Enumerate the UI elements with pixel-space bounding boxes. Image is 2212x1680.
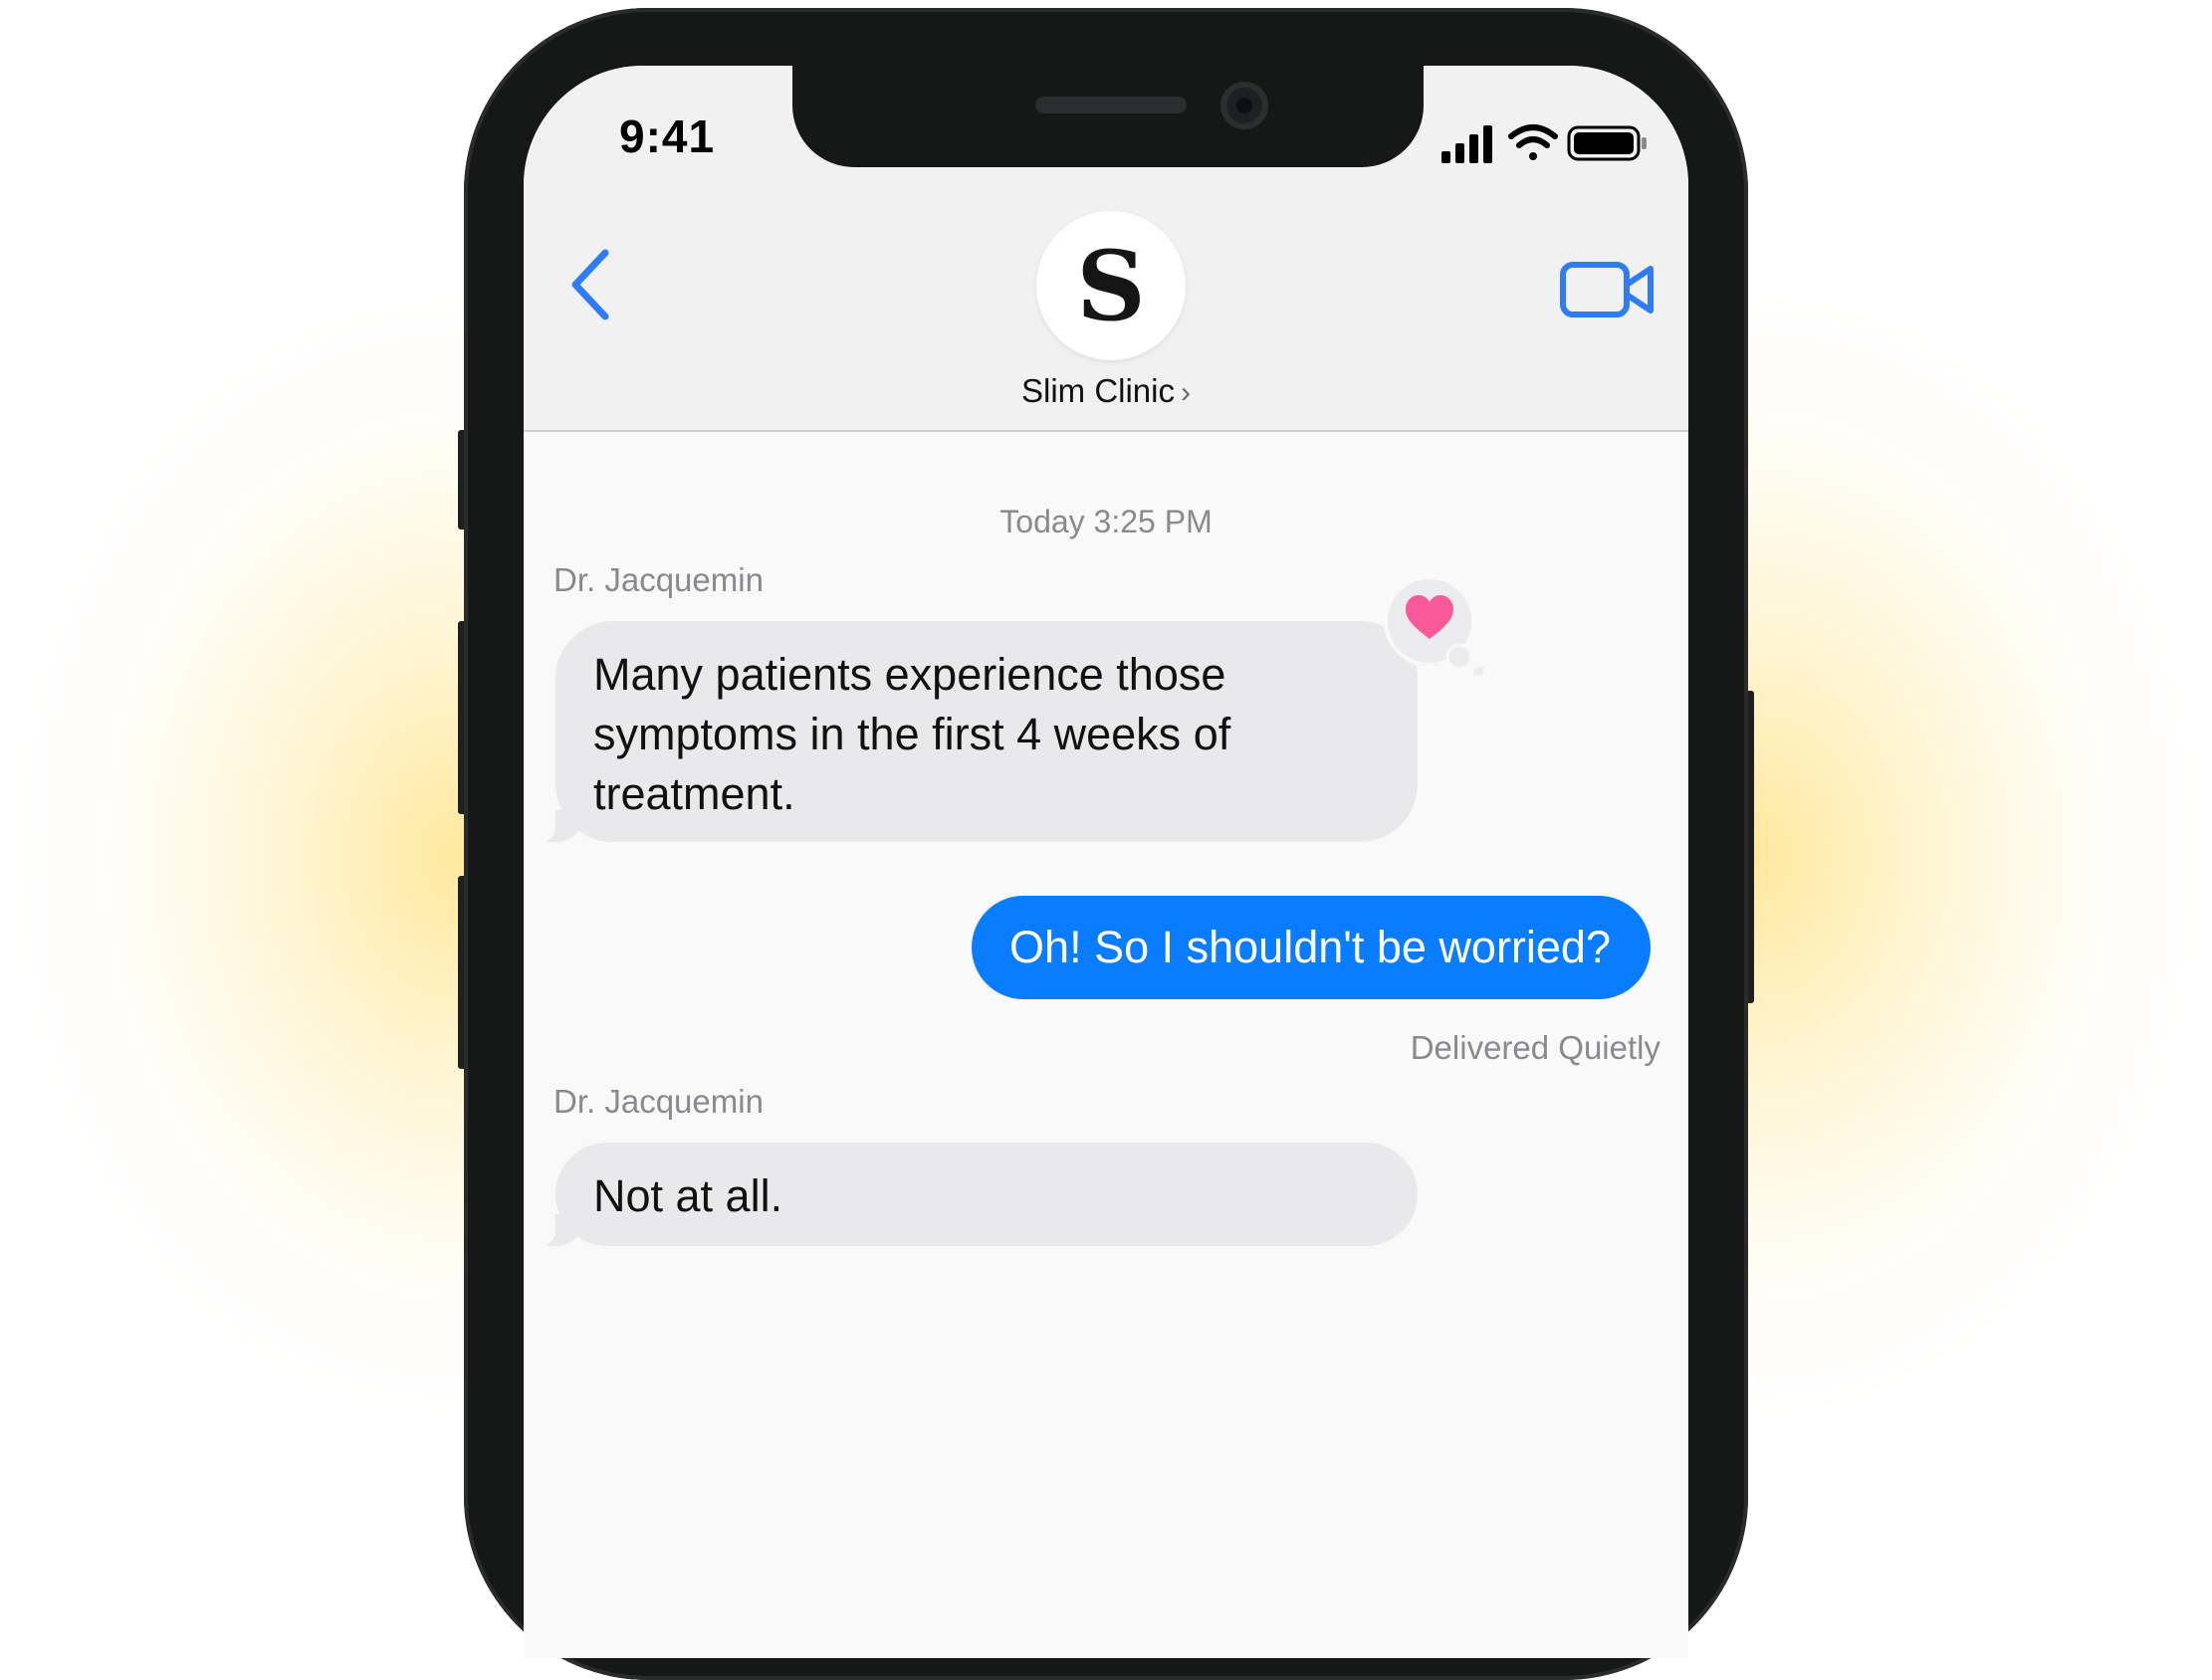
- incoming-message-bubble[interactable]: Not at all.: [530, 1143, 1418, 1248]
- conversation-header: 9:41 S Slim Clinic ›: [524, 66, 1688, 432]
- delivery-status: Delivered Quietly: [1410, 1029, 1660, 1066]
- contact-name: Slim Clinic: [1020, 372, 1175, 409]
- chevron-left-icon[interactable]: [561, 245, 621, 324]
- contact-avatar[interactable]: S: [1036, 211, 1186, 360]
- avatar-letter: S: [1076, 229, 1146, 342]
- contact-name-link[interactable]: Slim Clinic ›: [524, 372, 1688, 410]
- status-time: 9:41: [619, 110, 716, 162]
- message-text: Oh! So I shouldn't be worried?: [1009, 922, 1611, 972]
- signal-icon: [1441, 125, 1492, 163]
- messages-screen: 9:41 S Slim Clinic › Today 3:25 PM Dr. J…: [524, 66, 1688, 1658]
- wifi-icon: [1508, 124, 1558, 160]
- heart-icon[interactable]: [1384, 575, 1483, 675]
- conversation-timestamp: Today 3:25 PM: [999, 504, 1213, 539]
- front-camera: [1220, 82, 1268, 129]
- earpiece-speaker: [1035, 97, 1187, 113]
- sender-name: Dr. Jacquemin: [553, 561, 764, 598]
- chevron-right-icon: ›: [1181, 376, 1191, 409]
- message-text: Not at all.: [593, 1170, 783, 1221]
- notch: [792, 66, 1424, 167]
- battery-icon: [1567, 125, 1647, 161]
- message-text: Many patients experience those symptoms …: [593, 649, 1231, 819]
- status-icons: [1441, 124, 1647, 163]
- incoming-message-bubble[interactable]: Many patients experience those symptoms …: [530, 621, 1418, 844]
- outgoing-message-bubble[interactable]: Oh! So I shouldn't be worried?: [972, 896, 1651, 999]
- video-camera-icon[interactable]: [1559, 255, 1659, 324]
- sender-name: Dr. Jacquemin: [553, 1083, 764, 1120]
